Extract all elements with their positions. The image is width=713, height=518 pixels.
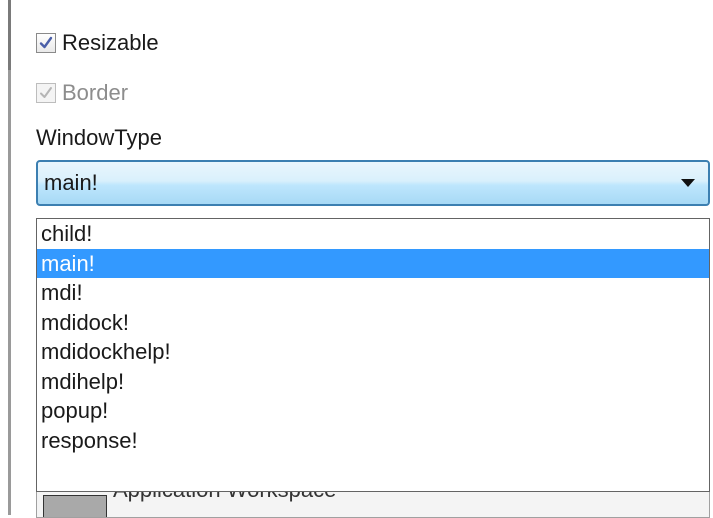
check-icon bbox=[40, 87, 52, 98]
border-checkbox-row: Border bbox=[36, 78, 128, 108]
border-checkbox bbox=[36, 83, 56, 103]
panel-left-border-cap bbox=[8, 0, 11, 70]
dropdown-option-mdihelp[interactable]: mdihelp! bbox=[37, 367, 709, 397]
window-type-combobox[interactable]: main! bbox=[36, 160, 710, 206]
border-label: Border bbox=[62, 80, 129, 105]
dropdown-option-response[interactable]: response! bbox=[37, 426, 709, 456]
resizable-checkbox-row[interactable]: Resizable bbox=[36, 28, 159, 58]
dropdown-option-child[interactable]: child! bbox=[37, 219, 709, 249]
combo-dropdown-button[interactable] bbox=[668, 162, 708, 204]
dropdown-option-mdidockhelp[interactable]: mdidockhelp! bbox=[37, 337, 709, 367]
dropdown-option-mdi[interactable]: mdi! bbox=[37, 278, 709, 308]
window-type-value: main! bbox=[44, 170, 98, 195]
dropdown-option-popup[interactable]: popup! bbox=[37, 396, 709, 426]
dropdown-option-mdidock[interactable]: mdidock! bbox=[37, 308, 709, 338]
window-type-dropdown-list[interactable]: child! main! mdi! mdidock! mdidockhelp! … bbox=[36, 218, 710, 492]
resizable-checkbox[interactable] bbox=[36, 33, 56, 53]
chevron-down-icon bbox=[681, 179, 695, 187]
resizable-label: Resizable bbox=[62, 30, 159, 55]
background-color-field: Application Workspace bbox=[36, 488, 710, 518]
panel-left-border bbox=[8, 0, 11, 515]
dropdown-option-main[interactable]: main! bbox=[37, 248, 709, 278]
check-icon bbox=[39, 36, 53, 49]
window-type-label: WindowType bbox=[36, 125, 162, 150]
